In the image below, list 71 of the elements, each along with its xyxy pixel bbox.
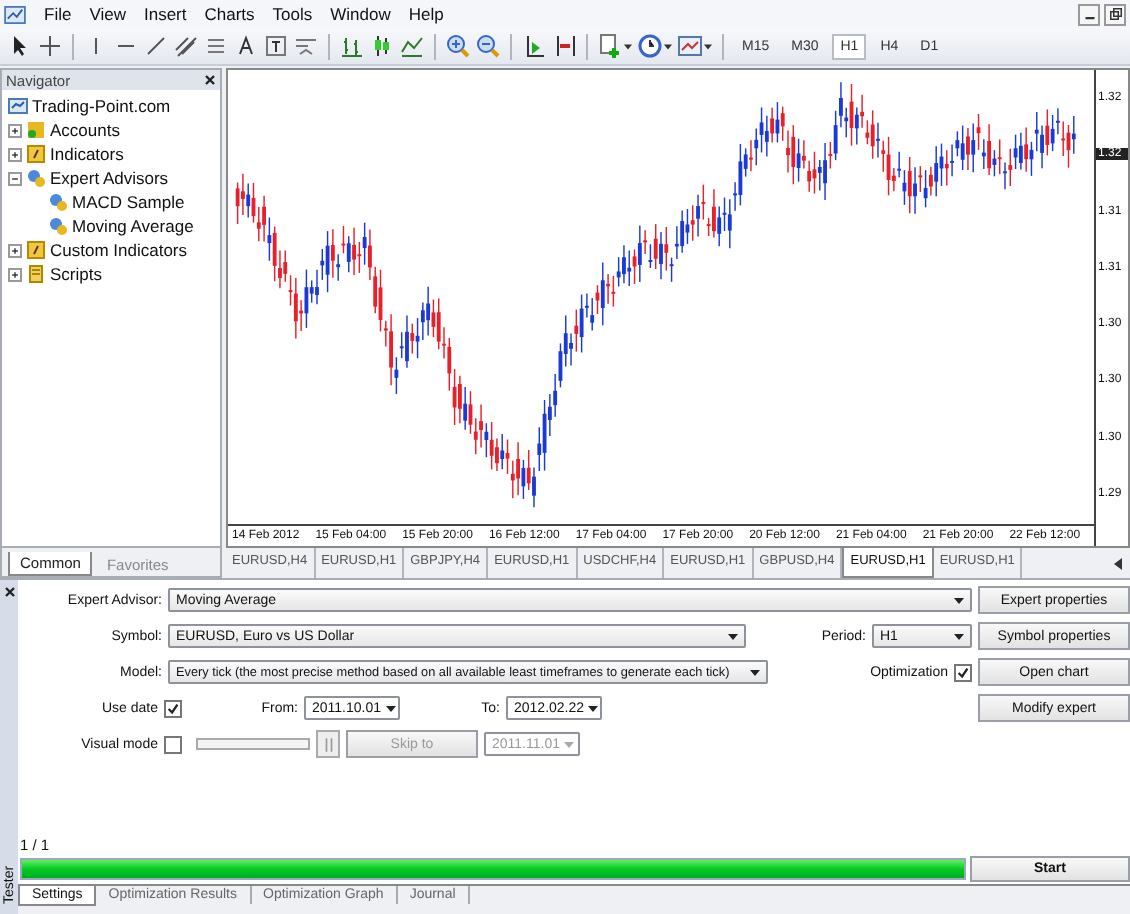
plus-icon	[10, 125, 20, 135]
optimization-checkbox[interactable]	[954, 663, 972, 681]
minus-icon	[10, 173, 20, 183]
tree-item[interactable]: Custom Indicators	[50, 240, 187, 260]
menu-item[interactable]: File	[44, 4, 72, 24]
trendline-icon[interactable]	[144, 34, 168, 58]
caret-icon[interactable]	[704, 43, 712, 49]
menu-item[interactable]: Insert	[143, 4, 187, 24]
caret-icon	[954, 633, 964, 639]
caret-icon	[954, 597, 964, 603]
autoscroll-icon[interactable]	[552, 34, 576, 58]
zoom-in-icon[interactable]	[446, 34, 470, 58]
new-indicator-icon[interactable]	[598, 34, 622, 58]
scroll-arrow-icon[interactable]	[1114, 557, 1122, 569]
candlestick-icon[interactable]	[370, 34, 394, 58]
caret-icon	[564, 741, 574, 747]
indicator-icon	[26, 144, 46, 164]
clock-icon[interactable]	[638, 34, 662, 58]
tree-item[interactable]: Accounts	[50, 120, 120, 140]
accounts-icon	[26, 120, 46, 140]
indicator-icon	[26, 240, 46, 260]
crosshair-icon[interactable]	[38, 34, 62, 58]
tree-item[interactable]: Scripts	[50, 264, 102, 284]
plus-icon	[10, 245, 20, 255]
pause-icon	[323, 737, 333, 751]
plus-icon	[10, 269, 20, 279]
menu-item[interactable]: Window	[330, 4, 391, 24]
terminal-icon	[8, 96, 28, 116]
plus-icon	[10, 149, 20, 159]
expert-icon	[48, 216, 68, 236]
caret-icon[interactable]	[624, 43, 632, 49]
restore-icon	[1109, 8, 1121, 20]
caret-icon	[728, 633, 738, 639]
line-chart-icon[interactable]	[400, 34, 424, 58]
caret-icon	[588, 705, 599, 711]
app-icon	[4, 5, 26, 23]
tree-item[interactable]: MACD Sample	[72, 192, 185, 212]
speed-track	[196, 738, 310, 750]
script-icon	[26, 264, 46, 284]
menu-item[interactable]: Charts	[204, 4, 255, 24]
expand-toggle[interactable]	[8, 267, 22, 281]
close-icon[interactable]	[3, 586, 15, 598]
use-date-checkbox[interactable]	[164, 699, 182, 717]
caret-icon[interactable]	[664, 43, 672, 49]
tree-item[interactable]: Moving Average	[72, 216, 194, 236]
menu-item[interactable]: View	[89, 4, 126, 24]
visual-mode-checkbox[interactable]	[164, 735, 182, 753]
tree-item[interactable]: Expert Advisors	[50, 168, 169, 188]
templates-icon[interactable]	[678, 34, 702, 58]
tree-item[interactable]: Indicators	[50, 144, 124, 164]
menu-item[interactable]: Tools	[272, 4, 313, 24]
channel-icon[interactable]	[174, 34, 198, 58]
caret-icon	[750, 669, 760, 675]
expert-icon	[48, 192, 68, 212]
expand-toggle[interactable]	[8, 147, 22, 161]
cursor-icon[interactable]	[8, 34, 32, 58]
expand-toggle[interactable]	[8, 243, 22, 257]
expand-toggle[interactable]	[8, 123, 22, 137]
collapse-toggle[interactable]	[8, 171, 22, 185]
menu-item[interactable]: Help	[408, 4, 444, 24]
text-tool-icon[interactable]	[234, 34, 258, 58]
expert-icon	[26, 168, 46, 188]
bar-chart-icon[interactable]	[340, 34, 364, 58]
tree-item[interactable]: Trading-Point.com	[32, 96, 171, 116]
zoom-out-icon[interactable]	[476, 34, 500, 58]
minimize-button[interactable]	[1078, 3, 1100, 25]
restore-button[interactable]	[1104, 3, 1126, 25]
text-label-icon[interactable]	[264, 34, 288, 58]
close-icon[interactable]	[204, 74, 216, 86]
caret-icon	[385, 705, 396, 711]
chart-shift-icon[interactable]	[522, 34, 546, 58]
